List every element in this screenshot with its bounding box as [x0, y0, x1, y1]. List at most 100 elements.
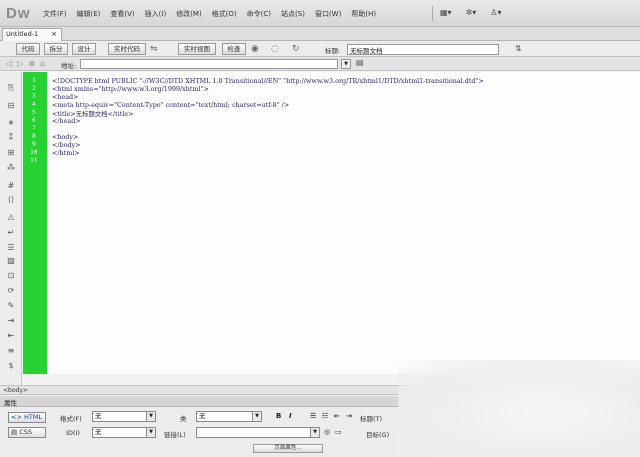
nav-icons: ◁ ▷ ⊗ ⌂	[6, 59, 45, 68]
move-css-icon[interactable]: ✎	[5, 300, 17, 312]
menu-modify[interactable]: 修改(M)	[171, 9, 207, 19]
live-code-button[interactable]: 实时代码	[108, 43, 146, 55]
italic-button[interactable]: I	[289, 412, 292, 420]
address-bar: ◁ ▷ ⊗ ⌂ 地址: ▼ ▤	[0, 57, 640, 71]
point-to-file-icon[interactable]: ◎	[324, 428, 330, 436]
menu-window[interactable]: 窗口(W)	[310, 9, 346, 19]
comment-icon[interactable]: ☰	[5, 242, 17, 254]
page-properties-button[interactable]: 页面属性...	[253, 444, 323, 453]
refresh-icon[interactable]: ⇋	[150, 43, 158, 55]
site-icon[interactable]: ♙▾	[490, 8, 501, 17]
tag-selector-body[interactable]: <body>	[3, 386, 28, 395]
recent-snippets-icon[interactable]: ⟳	[5, 285, 17, 297]
code-line[interactable]: </html>	[52, 149, 80, 157]
line-number: 9	[32, 141, 36, 148]
refresh-design-icon[interactable]: ↻	[292, 43, 300, 55]
code-line[interactable]: </head>	[52, 117, 81, 125]
code-line[interactable]: <head>	[52, 93, 79, 101]
dreamweaver-window: Dw 文件(F) 编辑(E) 查看(V) 插入(I) 修改(M) 格式(O) 命…	[0, 0, 640, 457]
address-input[interactable]	[80, 59, 338, 69]
back-icon[interactable]: ◁	[6, 59, 12, 68]
chevron-down-icon: ▼	[310, 428, 319, 437]
file-management-icon[interactable]: ⇅	[515, 44, 522, 53]
properties-title: 属性	[4, 399, 17, 407]
design-view-button[interactable]: 设计	[72, 43, 96, 55]
link-label: 链接(L)	[164, 431, 186, 439]
ordered-list-icon[interactable]: ☷	[322, 412, 328, 420]
title-input[interactable]	[347, 44, 499, 55]
outdent-text-icon[interactable]: ⇤	[334, 412, 340, 420]
line-number: 7	[32, 125, 36, 132]
class-select[interactable]: 无 ▼	[196, 411, 262, 422]
outdent-icon[interactable]: ⇤	[5, 330, 17, 342]
wrap-tag-icon[interactable]: ⊡	[5, 270, 17, 282]
document-tab-label: Untitled-1	[6, 30, 39, 38]
bold-button[interactable]: B	[276, 412, 281, 420]
select-parent-icon[interactable]: ⊞	[5, 147, 17, 159]
id-select[interactable]: 无 ▼	[92, 427, 156, 438]
expand-all-icon[interactable]: ⁑	[5, 132, 17, 144]
code-editor[interactable]: <!DOCTYPE html PUBLIC "-//W3C//DTD XHTML…	[47, 72, 640, 374]
menu-commands[interactable]: 命令(C)	[242, 9, 276, 19]
indent-text-icon[interactable]: ⇥	[346, 412, 352, 420]
inspect-button[interactable]: 检查	[222, 43, 246, 55]
uncomment-icon[interactable]: ▨	[5, 255, 17, 267]
live-view-button[interactable]: 实时视图	[178, 43, 216, 55]
id-label: ID(I)	[66, 429, 80, 437]
address-label: 地址:	[61, 62, 77, 70]
format-source-icon[interactable]: ≡	[5, 345, 17, 357]
menu-site[interactable]: 站点(S)	[276, 9, 310, 19]
link-input[interactable]: ▼	[196, 427, 320, 438]
open-documents-icon[interactable]: ⎘	[5, 82, 17, 94]
close-icon[interactable]: ×	[51, 29, 57, 40]
syntax-error-icon[interactable]: ⚠	[5, 212, 17, 224]
address-dropdown-icon[interactable]: ▼	[341, 59, 351, 69]
format-label: 格式(F)	[60, 415, 82, 423]
visual-aids-icon[interactable]: ◌	[271, 43, 279, 55]
extend-icon[interactable]: ✲▾	[466, 8, 477, 17]
menu-format[interactable]: 格式(O)	[207, 9, 242, 19]
code-line[interactable]: <!DOCTYPE html PUBLIC "-//W3C//DTD XHTML…	[52, 77, 484, 85]
menu-edit[interactable]: 编辑(E)	[72, 9, 106, 19]
collapse-tag-icon[interactable]: ⊟	[5, 100, 17, 112]
browse-icon[interactable]: ▤	[356, 58, 364, 67]
html-mode-button[interactable]: <> HTML	[8, 412, 46, 423]
id-value: 无	[95, 428, 102, 436]
menu-file[interactable]: 文件(F)	[38, 9, 72, 19]
stop-icon[interactable]: ⊗	[28, 59, 35, 68]
target-label: 目标(G)	[366, 431, 390, 439]
menu-help[interactable]: 帮助(H)	[346, 9, 381, 19]
menu-view[interactable]: 查看(V)	[105, 9, 139, 19]
css-mode-label: CSS	[19, 428, 33, 436]
collapse-selection-icon[interactable]: ∗	[5, 117, 17, 129]
indent-icon[interactable]: ⇥	[5, 315, 17, 327]
document-toolbar: 代码 拆分 设计 实时代码 ⇋ 实时视图 检查 ◉ ◌ ↻ 标题: ⇅	[0, 41, 640, 57]
split-view-button[interactable]: 拆分	[44, 43, 68, 55]
line-number: 4	[32, 101, 36, 108]
code-line[interactable]: <body>	[52, 133, 78, 141]
home-icon[interactable]: ⌂	[40, 59, 45, 68]
highlight-invalid-icon[interactable]: ⟨⟩	[5, 194, 17, 206]
menu-insert[interactable]: 插入(I)	[140, 9, 172, 19]
layout-icon[interactable]: ▦▾	[440, 8, 452, 17]
css-icon: ▤	[11, 428, 20, 436]
format-select[interactable]: 无 ▼	[92, 411, 156, 422]
line-numbers-icon[interactable]: #	[5, 180, 17, 192]
unordered-list-icon[interactable]: ☰	[310, 412, 316, 420]
browse-folder-icon[interactable]: ▭	[335, 428, 342, 436]
forward-icon[interactable]: ▷	[17, 59, 23, 68]
code-view-button[interactable]: 代码	[16, 43, 40, 55]
chevron-down-icon: ▼	[252, 412, 261, 421]
line-number: 3	[32, 93, 36, 100]
code-line[interactable]: <html xmlns="http://www.w3.org/1999/xhtm…	[52, 85, 209, 93]
balance-braces-icon[interactable]: ⁂	[5, 162, 17, 174]
coding-toolbar: ⎘ ⊟ ∗ ⁑ ⊞ ⁂ # ⟨⟩ ⚠ ↵ ☰ ▨ ⊡ ⟳ ✎ ⇥ ⇤ ≡ $	[0, 72, 22, 385]
css-mode-button[interactable]: ▤ CSS	[8, 427, 46, 438]
code-line[interactable]: </body>	[52, 141, 81, 149]
apply-formatting-icon[interactable]: $	[5, 360, 17, 372]
word-wrap-icon[interactable]: ↵	[5, 227, 17, 239]
menu-separator	[432, 6, 433, 21]
document-tab[interactable]: Untitled-1 ×	[2, 28, 62, 41]
browser-preview-icon[interactable]: ◉	[251, 43, 259, 55]
code-line[interactable]: <meta http-equiv="Content-Type" content=…	[52, 101, 289, 109]
